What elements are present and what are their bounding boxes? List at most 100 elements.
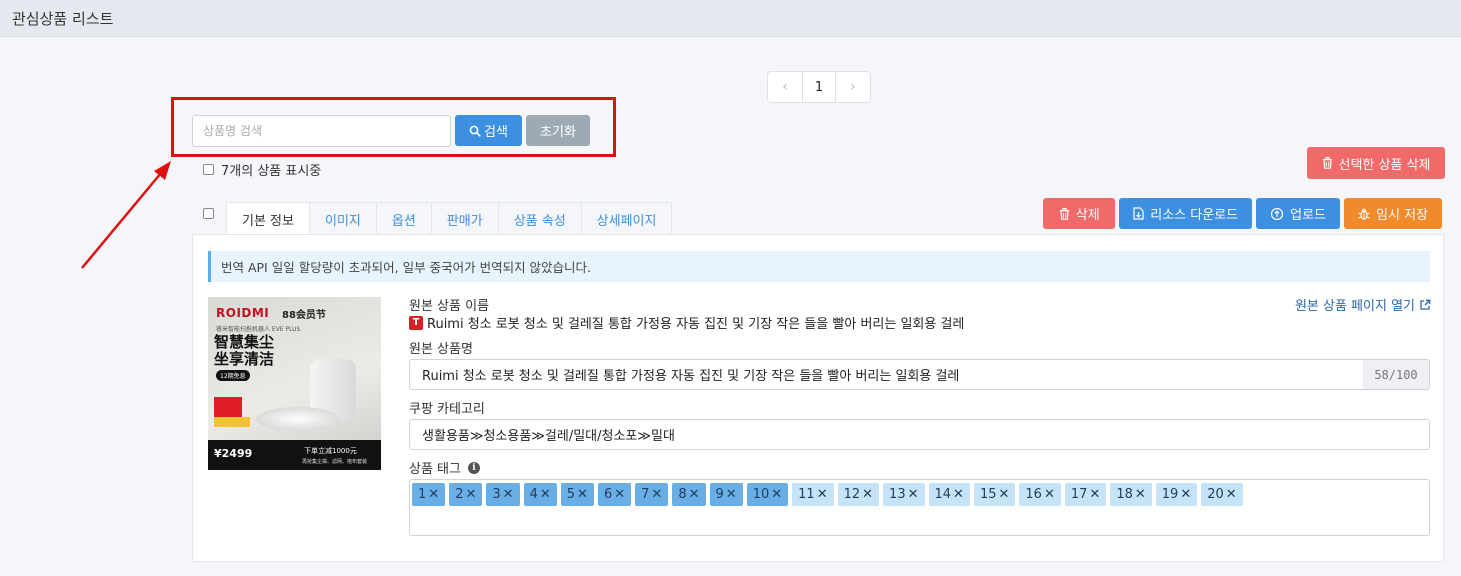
tab-images[interactable]: 이미지 (308, 202, 377, 235)
tag-remove-icon[interactable]: ✕ (651, 487, 662, 502)
tag-chip[interactable]: 9 ✕ (709, 483, 743, 506)
resource-download-label: 리소스 다운로드 (1150, 208, 1239, 223)
tag-remove-icon[interactable]: ✕ (1226, 487, 1237, 502)
product-select-checkbox[interactable] (203, 208, 214, 219)
tab-price[interactable]: 판매가 (430, 202, 499, 235)
tab-options[interactable]: 옵션 (375, 202, 432, 235)
tag-chip[interactable]: 17 ✕ (1064, 483, 1107, 506)
tag-remove-icon[interactable]: ✕ (465, 487, 476, 502)
tag-chip-label: 17 (1070, 487, 1088, 502)
product-count-text: 7개의 상품 표시중 (221, 164, 322, 179)
annotation-arrow-icon (81, 161, 171, 269)
tag-remove-icon[interactable]: ✕ (428, 487, 439, 502)
tag-chip[interactable]: 6 ✕ (597, 483, 632, 506)
image-tag-text: 12期免息 (216, 370, 250, 381)
image-promo-sub-text: 再抢集尘袋、滤网、拖布套装 (302, 459, 368, 465)
tag-chip[interactable]: 11 ✕ (792, 483, 834, 506)
product-name-field[interactable]: Ruimi 청소 로봇 청소 및 걸레질 통합 가정용 자동 집진 및 기장 작… (409, 359, 1430, 390)
tag-chip-label: 19 (1161, 487, 1179, 502)
tag-chip[interactable]: 3 ✕ (486, 483, 520, 506)
tab-attributes[interactable]: 상품 속성 (497, 202, 582, 235)
upload-button[interactable]: 업로드 (1256, 198, 1341, 229)
tag-chip-label: 1 (418, 487, 427, 502)
tag-remove-icon[interactable]: ✕ (908, 487, 919, 502)
tag-chip[interactable]: 10 ✕ (746, 483, 789, 506)
tag-chip-label: 14 (934, 487, 952, 502)
upload-button-label: 업로드 (1290, 208, 1327, 223)
image-headline-line2: 坐享清洁 (214, 350, 275, 368)
tag-chip[interactable]: 20 ✕ (1201, 483, 1243, 506)
tag-chip-label: 18 (1116, 487, 1133, 502)
tag-chip-label: 10 (752, 487, 770, 502)
tag-chip[interactable]: 1 ✕ (412, 483, 446, 506)
trash-icon (1059, 207, 1069, 220)
tag-chip-label: 6 (603, 487, 613, 502)
tag-chip-label: 15 (979, 487, 997, 502)
image-headline-line1: 智慧集尘 (214, 333, 275, 351)
tag-remove-icon[interactable]: ✕ (614, 487, 625, 502)
tag-chip[interactable]: 12 ✕ (837, 483, 880, 506)
tag-chip[interactable]: 7 ✕ (635, 483, 669, 506)
tag-remove-icon[interactable]: ✕ (771, 487, 782, 502)
delete-selected-button[interactable]: 선택한 상품 삭제 (1307, 147, 1445, 179)
delete-button-label: 삭제 (1075, 208, 1100, 223)
product-tabs: 기본 정보 이미지 옵션 판매가 상품 속성 상세페이지 (226, 202, 673, 236)
tag-remove-icon[interactable]: ✕ (1044, 487, 1055, 502)
image-price-text: ¥2499 (214, 447, 253, 460)
pagination-next-button[interactable]: › (836, 72, 870, 102)
page-title: 관심상품 리스트 (12, 10, 114, 28)
tag-remove-icon[interactable]: ✕ (862, 487, 873, 502)
tag-remove-icon[interactable]: ✕ (999, 487, 1010, 502)
product-image[interactable]: ROIDMI 88会员节 睿米智能扫拖机器人 EVE PLUS 智慧集尘 坐享清… (208, 297, 381, 470)
tag-chip-label: 16 (1025, 487, 1042, 502)
info-icon[interactable]: i (467, 461, 480, 474)
tag-remove-icon[interactable]: ✕ (540, 487, 551, 502)
select-all-checkbox[interactable] (203, 164, 214, 175)
tab-basic-info[interactable]: 기본 정보 (226, 202, 310, 236)
external-link-icon (1420, 299, 1431, 310)
tag-remove-icon[interactable]: ✕ (1180, 487, 1191, 502)
resource-download-button[interactable]: 리소스 다운로드 (1119, 198, 1253, 229)
product-tags-field[interactable]: 1 ✕ 2 ✕ 3 ✕ 4 ✕ 5 ✕ 6 ✕ 7 ✕ 8 ✕ 9 ✕ 10 ✕ 11 ✕ 12 ✕ 13 ✕ 14 ✕ 15 ✕ 16 ✕ 1… (409, 479, 1430, 536)
product-name-value[interactable]: Ruimi 청소 로봇 청소 및 걸레질 통합 가정용 자동 집진 및 기장 작… (410, 360, 1363, 389)
orig-product-name-text: Ruimi 청소 로봇 청소 및 걸레질 통합 가정용 자동 집진 및 기장 작… (427, 317, 965, 332)
coupang-category-field[interactable]: 생활용품≫청소용품≫걸레/밀대/청소포≫밀대 (409, 419, 1430, 450)
tag-remove-icon[interactable]: ✕ (503, 487, 514, 502)
tag-chip[interactable]: 8 ✕ (672, 483, 706, 506)
tag-chip[interactable]: 2 ✕ (449, 483, 483, 506)
tag-chip[interactable]: 15 ✕ (973, 483, 1016, 506)
tag-chip-label: 5 (566, 487, 576, 502)
tag-remove-icon[interactable]: ✕ (689, 487, 700, 502)
tag-remove-icon[interactable]: ✕ (817, 487, 828, 502)
tag-chip-label: 2 (455, 487, 464, 502)
tag-chip-label: 9 (715, 487, 724, 502)
pagination: ‹ 1 › (767, 71, 871, 103)
product-actions: 삭제 리소스 다운로드 업로드 임시 저장 (1043, 198, 1442, 229)
image-promo-text: 下单立减1000元 (304, 447, 357, 455)
delete-button[interactable]: 삭제 (1043, 198, 1116, 229)
image-price-sticker (214, 397, 242, 419)
tag-chip[interactable]: 18 ✕ (1110, 483, 1152, 506)
tag-chip[interactable]: 19 ✕ (1155, 483, 1198, 506)
tag-remove-icon[interactable]: ✕ (1135, 487, 1146, 502)
tag-remove-icon[interactable]: ✕ (577, 487, 588, 502)
product-tags-label: 상품 태그 (409, 462, 461, 477)
tag-chip[interactable]: 13 ✕ (883, 483, 925, 506)
product-name-label: 원본 상품명 (409, 342, 473, 357)
tag-remove-icon[interactable]: ✕ (1089, 487, 1100, 502)
trash-icon (1322, 157, 1332, 169)
tag-chip[interactable]: 5 ✕ (560, 483, 594, 506)
temp-save-label: 임시 저장 (1376, 208, 1428, 223)
pagination-page-1[interactable]: 1 (802, 72, 836, 102)
open-original-page-link[interactable]: 원본 상품 페이지 열기 (1295, 295, 1431, 314)
pagination-prev-button[interactable]: ‹ (768, 72, 802, 102)
tag-chip[interactable]: 14 ✕ (928, 483, 970, 506)
tag-remove-icon[interactable]: ✕ (953, 487, 964, 502)
coupang-category-label: 쿠팡 카테고리 (409, 402, 485, 417)
translation-notice: 번역 API 일일 할당량이 초과되어, 일부 중국어가 번역되지 않았습니다. (208, 251, 1430, 282)
tag-chip[interactable]: 16 ✕ (1019, 483, 1061, 506)
tag-remove-icon[interactable]: ✕ (726, 487, 737, 502)
tag-chip[interactable]: 4 ✕ (523, 483, 557, 506)
temp-save-button[interactable]: 임시 저장 (1344, 198, 1442, 229)
tab-detail-page[interactable]: 상세페이지 (580, 202, 673, 235)
